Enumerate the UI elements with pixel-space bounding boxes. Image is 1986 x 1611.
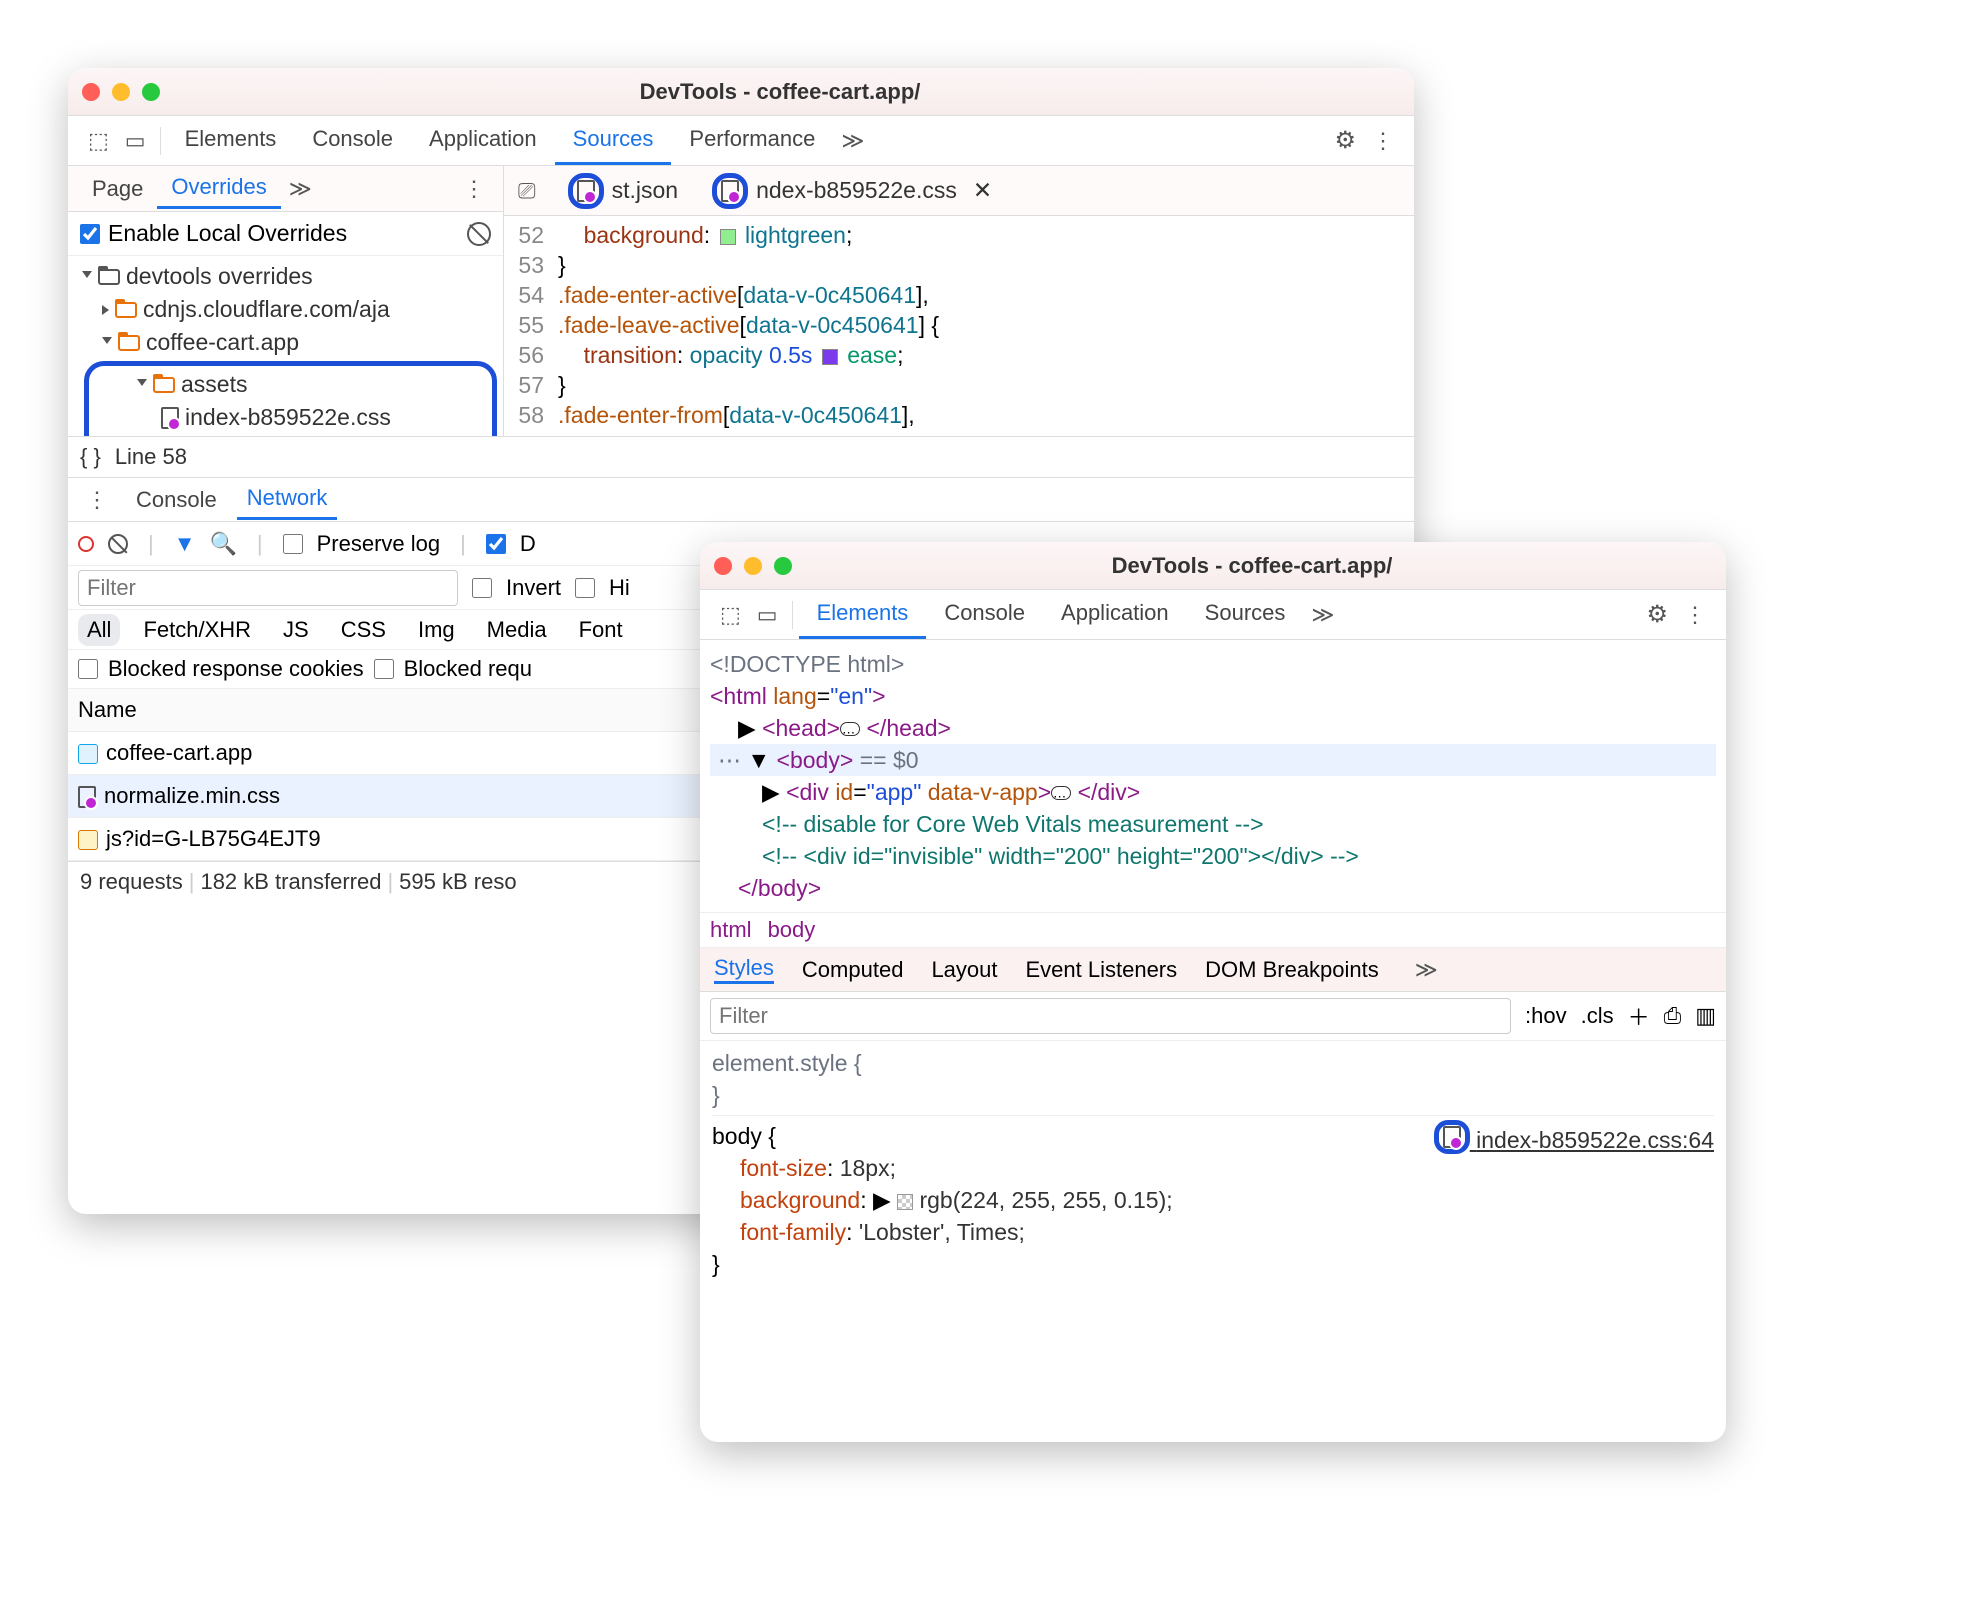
more-tabs-icon[interactable]: ≫ [1303, 598, 1342, 632]
cls-button[interactable]: .cls [1581, 1003, 1614, 1029]
file-override-icon [1443, 1126, 1461, 1148]
styles-filter-input[interactable] [710, 998, 1511, 1034]
maximize-icon[interactable] [774, 557, 792, 575]
filter-img[interactable]: Img [409, 614, 464, 646]
print-icon[interactable]: ⎙ [1664, 1003, 1682, 1029]
editor-tab-css[interactable]: ndex-b859522e.css ✕ [702, 169, 1002, 213]
clear-icon[interactable] [467, 222, 491, 246]
styles-tab-computed[interactable]: Computed [802, 957, 904, 983]
source-link[interactable]: index-b859522e.css:64 [1434, 1120, 1714, 1156]
close-icon[interactable] [714, 557, 732, 575]
toggle-computed-icon[interactable]: ▥ [1695, 1003, 1716, 1029]
tree-root[interactable]: devtools overrides [78, 260, 503, 293]
blocked-cookies-checkbox[interactable] [78, 659, 98, 679]
tab-performance[interactable]: Performance [671, 116, 833, 165]
network-filter-input[interactable] [78, 570, 458, 606]
editor-tab-json[interactable]: st.json [558, 169, 688, 213]
drawer-network[interactable]: Network [237, 479, 338, 520]
record-icon[interactable] [78, 536, 94, 552]
tab-sources[interactable]: Sources [555, 116, 672, 165]
disable-cache-checkbox[interactable] [486, 534, 506, 554]
tab-elements[interactable]: Elements [167, 116, 295, 165]
blocked-requests-checkbox[interactable] [374, 659, 394, 679]
tab-console[interactable]: Console [294, 116, 411, 165]
filter-fetch[interactable]: Fetch/XHR [134, 614, 260, 646]
device-icon[interactable]: ▭ [117, 124, 154, 158]
maximize-icon[interactable] [142, 83, 160, 101]
tab-elements[interactable]: Elements [799, 590, 927, 639]
dom-tree[interactable]: <!DOCTYPE html> <html lang="en"> ▶ <head… [700, 640, 1726, 912]
tab-console[interactable]: Console [926, 590, 1043, 639]
file-override-icon [161, 407, 179, 429]
tree-assets[interactable]: assets [89, 368, 492, 401]
filter-font[interactable]: Font [570, 614, 632, 646]
filter-icon[interactable]: ▼ [174, 531, 196, 557]
titlebar: DevTools - coffee-cart.app/ [700, 542, 1726, 590]
kebab-icon[interactable]: ⋮ [1364, 124, 1402, 158]
code-editor[interactable]: 52 background: lightgreen; 53} 54.fade-e… [504, 216, 1414, 436]
search-icon[interactable]: 🔍 [210, 531, 237, 557]
close-tab-icon[interactable]: ✕ [973, 177, 992, 204]
tree-file-json[interactable]: list.json [89, 434, 492, 436]
filter-js[interactable]: JS [274, 614, 318, 646]
tree-cdn[interactable]: cdnjs.cloudflare.com/aja [78, 293, 503, 326]
minimize-icon[interactable] [744, 557, 762, 575]
file-override-icon [577, 180, 595, 202]
device-icon[interactable]: ▭ [749, 598, 786, 632]
styles-tab-dom-bp[interactable]: DOM Breakpoints [1205, 957, 1379, 983]
close-icon[interactable] [82, 83, 100, 101]
drawer-kebab-icon[interactable]: ⋮ [78, 483, 116, 517]
styles-panel[interactable]: element.style { } body { index-b859522e.… [700, 1041, 1726, 1286]
ellipsis-icon[interactable] [1051, 786, 1071, 800]
enable-overrides-label: Enable Local Overrides [108, 220, 347, 247]
ellipsis-icon[interactable] [840, 722, 860, 736]
filter-css[interactable]: CSS [332, 614, 395, 646]
chevron-more-icon[interactable]: ≫ [281, 172, 320, 206]
tree-app[interactable]: coffee-cart.app [78, 326, 503, 359]
window-title: DevTools - coffee-cart.app/ [792, 553, 1712, 579]
titlebar: DevTools - coffee-cart.app/ [68, 68, 1414, 116]
more-styles-icon[interactable]: ≫ [1407, 953, 1446, 987]
invert-checkbox[interactable] [472, 578, 492, 598]
minimize-icon[interactable] [112, 83, 130, 101]
file-override-icon [721, 180, 739, 202]
main-tabs: ⬚ ▭ Elements Console Application Sources… [700, 590, 1726, 640]
styles-tab-styles[interactable]: Styles [714, 955, 774, 984]
toggle-sidebar-icon[interactable]: ⎚ [510, 174, 544, 208]
main-tabs: ⬚ ▭ Elements Console Application Sources… [68, 116, 1414, 166]
tab-application[interactable]: Application [1043, 590, 1187, 639]
window-title: DevTools - coffee-cart.app/ [160, 79, 1400, 105]
styles-tab-layout[interactable]: Layout [931, 957, 997, 983]
inspect-icon[interactable]: ⬚ [80, 124, 117, 158]
pretty-print-icon[interactable]: { } [80, 444, 101, 470]
clear-net-icon[interactable] [108, 534, 128, 554]
more-tabs-icon[interactable]: ≫ [833, 124, 872, 158]
hov-button[interactable]: :hov [1525, 1003, 1567, 1029]
nav-page[interactable]: Page [78, 170, 157, 208]
gear-icon[interactable]: ⚙ [1638, 596, 1676, 633]
drawer-console[interactable]: Console [126, 481, 227, 519]
styles-tab-listeners[interactable]: Event Listeners [1026, 957, 1178, 983]
file-tree: devtools overrides cdnjs.cloudflare.com/… [68, 256, 503, 436]
tab-application[interactable]: Application [411, 116, 555, 165]
sidebar-kebab-icon[interactable]: ⋮ [455, 172, 493, 206]
preserve-log-checkbox[interactable] [283, 534, 303, 554]
gear-icon[interactable]: ⚙ [1326, 122, 1364, 159]
enable-overrides-checkbox[interactable] [80, 224, 100, 244]
cursor-position: Line 58 [115, 444, 187, 470]
file-override-icon [78, 786, 96, 808]
filter-media[interactable]: Media [478, 614, 556, 646]
script-icon [78, 830, 98, 850]
breadcrumb[interactable]: htmlbody [700, 912, 1726, 948]
filter-all[interactable]: All [78, 614, 120, 646]
inspect-icon[interactable]: ⬚ [712, 598, 749, 632]
tab-sources[interactable]: Sources [1187, 590, 1304, 639]
color-swatch-icon[interactable] [897, 1194, 913, 1210]
hide-checkbox[interactable] [575, 578, 595, 598]
document-icon [78, 744, 98, 764]
tree-file-css[interactable]: index-b859522e.css [89, 401, 492, 434]
add-rule-icon[interactable]: ＋ [1628, 1000, 1650, 1032]
kebab-icon[interactable]: ⋮ [1676, 598, 1714, 632]
nav-overrides[interactable]: Overrides [157, 168, 280, 209]
